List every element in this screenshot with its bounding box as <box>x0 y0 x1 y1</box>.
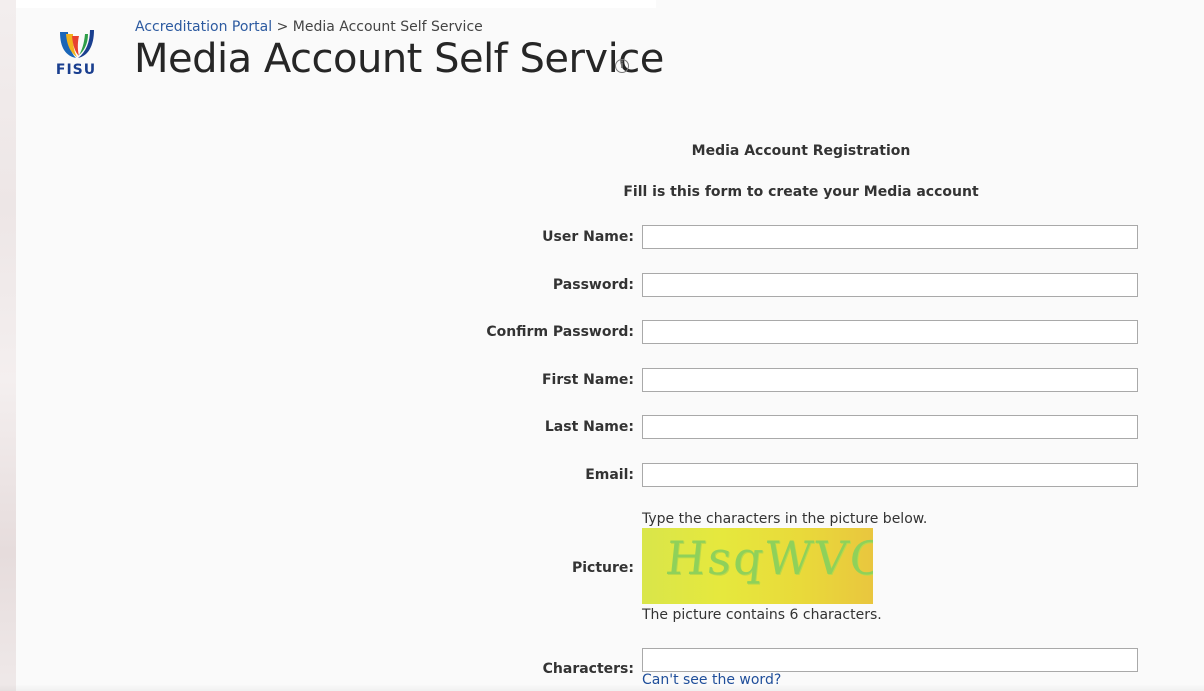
breadcrumb-separator: > <box>276 19 289 35</box>
captcha-note: The picture contains 6 characters. <box>642 607 882 623</box>
email-input[interactable] <box>642 463 1138 487</box>
characters-label: Characters: <box>542 661 634 677</box>
characters-input[interactable] <box>642 648 1138 672</box>
password-input[interactable] <box>642 273 1138 297</box>
first-name-input[interactable] <box>642 368 1138 392</box>
breadcrumb: Accreditation Portal > Media Account Sel… <box>135 19 483 35</box>
fisu-logo-mark-icon <box>60 30 94 58</box>
user-name-input[interactable] <box>642 225 1138 249</box>
captcha-instruction: Type the characters in the picture below… <box>642 511 928 527</box>
bottom-fade <box>0 684 1204 691</box>
password-label: Password: <box>552 277 634 293</box>
info-icon[interactable]: i <box>615 59 629 73</box>
fisu-logo[interactable]: FISU <box>46 28 106 80</box>
breadcrumb-accreditation-portal-link[interactable]: Accreditation Portal <box>135 19 272 35</box>
confirm-password-label: Confirm Password: <box>486 324 634 340</box>
last-name-label: Last Name: <box>544 419 634 435</box>
form-title: Media Account Registration <box>691 143 911 159</box>
breadcrumb-current: Media Account Self Service <box>292 19 483 35</box>
picture-label: Picture: <box>571 560 634 576</box>
email-label: Email: <box>585 467 634 483</box>
user-name-label: User Name: <box>542 229 634 245</box>
page: FISU Accreditation Portal > Media Accoun… <box>0 0 1204 691</box>
page-title: Media Account Self Service <box>134 36 664 82</box>
background-strip <box>0 0 16 691</box>
last-name-input[interactable] <box>642 415 1138 439</box>
top-strip <box>16 0 656 8</box>
confirm-password-input[interactable] <box>642 320 1138 344</box>
first-name-label: First Name: <box>541 372 634 388</box>
captcha-text: HsqWVC <box>663 531 873 585</box>
fisu-logo-text: FISU <box>55 62 97 78</box>
form-subtitle: Fill is this form to create your Media a… <box>623 184 979 200</box>
captcha-image: HsqWVC <box>642 528 873 604</box>
